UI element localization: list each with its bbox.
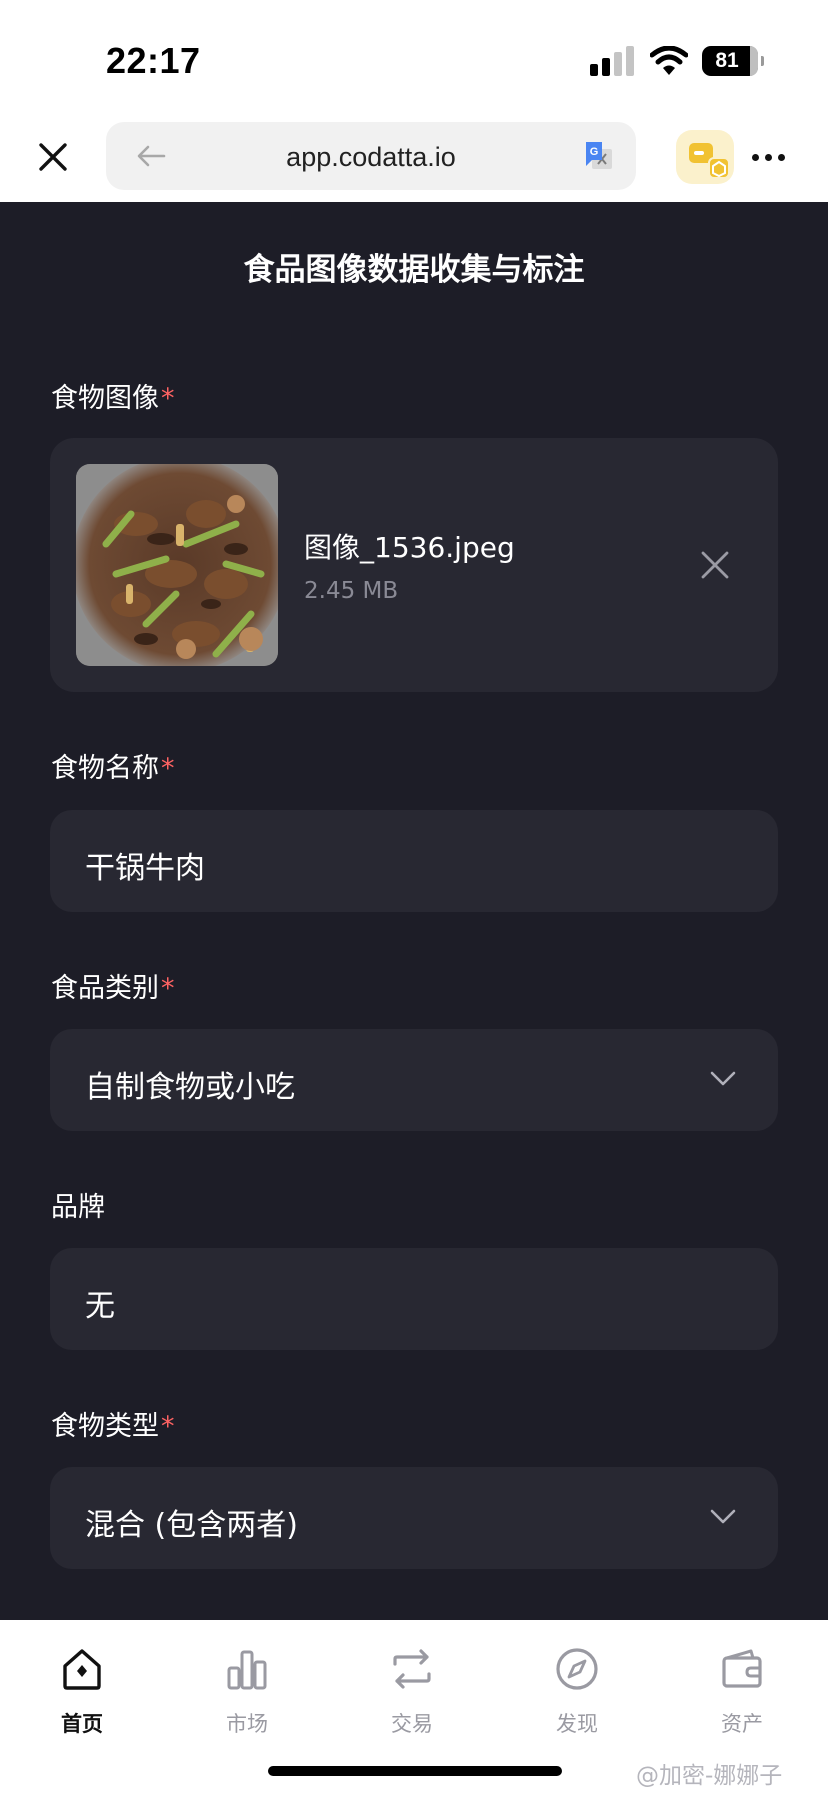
compass-icon	[556, 1648, 598, 1690]
battery-level: 81	[715, 49, 739, 72]
more-icon[interactable]	[752, 154, 785, 161]
form-page: 食品图像数据收集与标注 食物图像* 图像_1536.jpeg 2.45 MB 食…	[0, 202, 828, 1620]
bottom-tab-bar: 首页 市场 交易 发现 资产 @加密-娜娜子	[0, 1620, 828, 1796]
food-name-value: 干锅牛肉	[85, 851, 205, 886]
food-image-label-text: 食物图像	[51, 383, 159, 414]
wallet-icon	[689, 143, 730, 179]
uploaded-image-card: 图像_1536.jpeg 2.45 MB	[50, 438, 778, 692]
brand-value: 无	[85, 1289, 115, 1324]
swap-icon	[393, 1649, 431, 1689]
food-type-select[interactable]: 混合 (包含两者)	[50, 1467, 778, 1569]
close-icon[interactable]	[36, 140, 70, 174]
tab-trade[interactable]: 交易	[352, 1646, 472, 1738]
food-name-label: 食物名称*	[51, 746, 175, 785]
wallet-button[interactable]	[676, 130, 734, 184]
food-type-label: 食物类型*	[51, 1404, 175, 1443]
file-name: 图像_1536.jpeg	[304, 531, 515, 564]
food-category-label: 食品类别*	[51, 966, 175, 1005]
tab-home[interactable]: 首页	[22, 1646, 142, 1738]
food-category-value: 自制食物或小吃	[85, 1070, 295, 1105]
brand-input[interactable]: 无	[50, 1248, 778, 1350]
remove-image-icon[interactable]	[700, 550, 730, 580]
wallet-icon	[722, 1649, 762, 1688]
food-name-input[interactable]: 干锅牛肉	[50, 810, 778, 912]
signal-icon	[590, 46, 634, 76]
chevron-down-icon	[710, 1071, 736, 1086]
tab-label: 资产	[721, 1712, 763, 1736]
food-type-value: 混合 (包含两者)	[85, 1508, 298, 1543]
tab-discover[interactable]: 发现	[517, 1646, 637, 1738]
file-size: 2.45 MB	[304, 578, 399, 604]
required-mark: *	[161, 753, 175, 784]
tab-label: 市场	[226, 1712, 268, 1736]
food-photo	[76, 464, 278, 666]
food-photo-thumbnail[interactable]	[76, 464, 278, 666]
required-mark: *	[161, 383, 175, 414]
required-mark: *	[161, 973, 175, 1004]
required-mark: *	[161, 1411, 175, 1442]
food-name-label-text: 食物名称	[51, 753, 159, 784]
status-bar: 22:17 81	[0, 0, 828, 118]
svg-text:G: G	[590, 146, 599, 158]
food-type-label-text: 食物类型	[51, 1411, 159, 1442]
tab-label: 首页	[61, 1712, 103, 1736]
brand-label: 品牌	[51, 1185, 105, 1224]
tab-label: 发现	[556, 1712, 598, 1736]
url-text: app.codatta.io	[286, 142, 456, 172]
watermark: @加密-娜娜子	[636, 1763, 783, 1789]
page-title: 食品图像数据收集与标注	[243, 252, 585, 288]
tab-assets[interactable]: 资产	[682, 1646, 802, 1738]
food-category-label-text: 食品类别	[51, 973, 159, 1004]
tab-market[interactable]: 市场	[187, 1646, 307, 1738]
chevron-down-icon	[710, 1509, 736, 1524]
browser-bar: app.codatta.io G	[0, 118, 828, 202]
home-indicator	[268, 1766, 562, 1776]
translate-icon[interactable]: G	[584, 140, 614, 172]
address-bar[interactable]: app.codatta.io G	[106, 122, 636, 190]
food-image-label: 食物图像*	[51, 376, 175, 415]
battery-indicator: 81	[702, 46, 764, 76]
home-icon	[63, 1649, 101, 1690]
brand-label-text: 品牌	[51, 1192, 105, 1223]
wifi-icon	[650, 46, 688, 75]
food-category-select[interactable]: 自制食物或小吃	[50, 1029, 778, 1131]
status-icons: 81	[590, 44, 764, 78]
market-chart-icon	[227, 1650, 267, 1690]
tab-label: 交易	[391, 1712, 433, 1736]
status-time: 22:17	[106, 40, 201, 81]
